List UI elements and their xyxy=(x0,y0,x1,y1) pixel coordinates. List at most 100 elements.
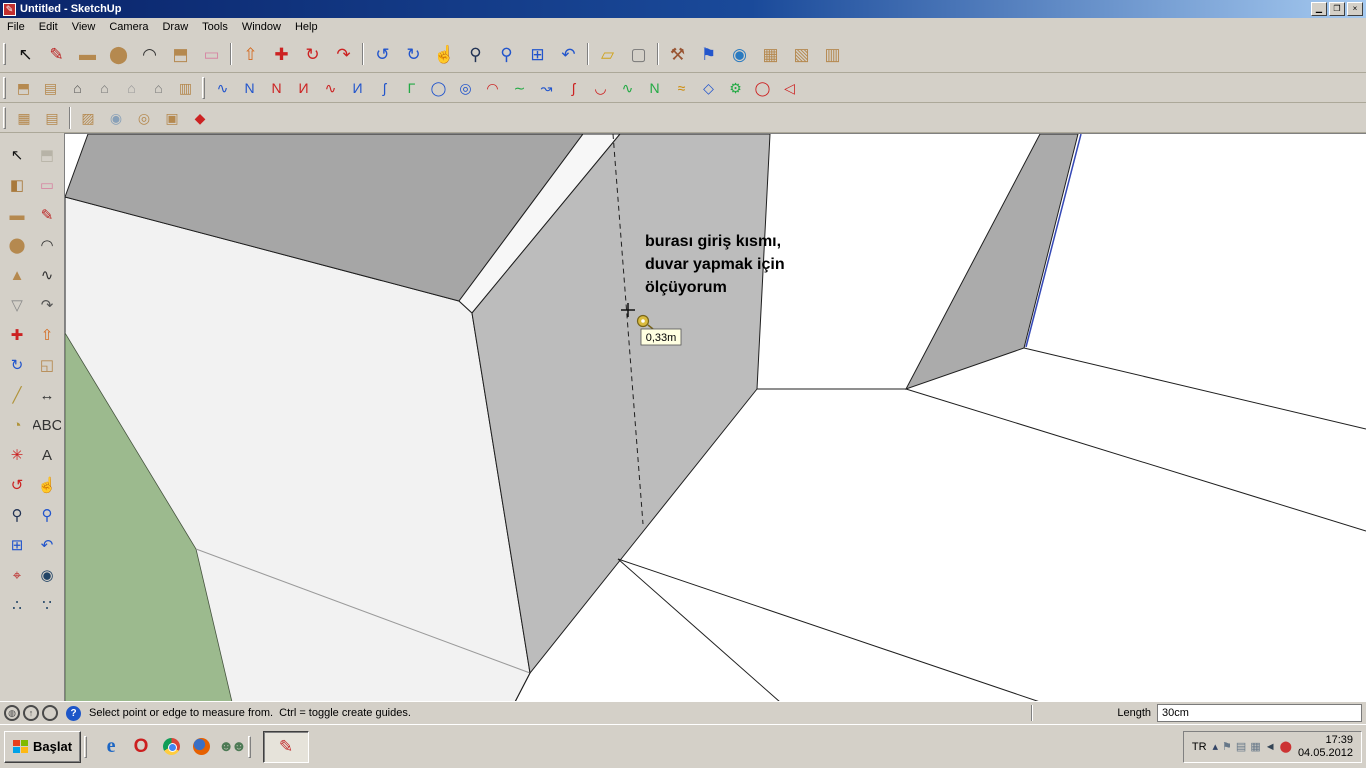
offset-tool[interactable]: ▽ xyxy=(2,291,32,320)
bottom-view-button[interactable]: ▥ xyxy=(173,76,198,100)
add-scene-button[interactable]: ▢ xyxy=(624,39,653,69)
push-pull-tool[interactable]: ⇧ xyxy=(32,321,62,350)
line-tool[interactable]: ✎ xyxy=(32,201,62,230)
top-view-button[interactable]: ▤ xyxy=(38,76,63,100)
right-view-button[interactable]: ⌂ xyxy=(92,76,117,100)
firefox-icon[interactable] xyxy=(187,731,215,763)
quicklaunch-grip[interactable] xyxy=(84,735,88,758)
length-input[interactable]: 30cm xyxy=(1157,704,1362,722)
look-around-tool[interactable]: ◉ xyxy=(32,561,62,590)
sandbox-flip-edge-tool[interactable]: ◆ xyxy=(187,106,213,130)
curve-polyline-tool[interactable]: ∿ xyxy=(210,76,235,100)
toolbar-grip[interactable] xyxy=(202,76,205,99)
tray-display-icon[interactable]: ▦ xyxy=(1250,740,1260,753)
curve-halfarc-tool[interactable]: ◡ xyxy=(588,76,613,100)
curve-fspline-tool[interactable]: ∿ xyxy=(318,76,343,100)
add-location-button[interactable]: ▦ xyxy=(756,39,785,69)
protractor-tool[interactable]: ◔ xyxy=(2,411,32,440)
curve-polygon-tool[interactable]: ◇ xyxy=(696,76,721,100)
arc-tool[interactable]: ◠ xyxy=(135,39,164,69)
rectangle-tool[interactable]: ▬ xyxy=(2,201,32,230)
zoom-window-tool[interactable]: ⚲ xyxy=(492,39,521,69)
rectangle-tool[interactable]: ▬ xyxy=(73,39,102,69)
walk-tool[interactable]: ∴ xyxy=(2,591,32,620)
curve-sinus-tool[interactable]: ∼ xyxy=(507,76,532,100)
make-component-tool[interactable]: ⬒ xyxy=(32,141,62,170)
get-models-button[interactable]: ⚒ xyxy=(663,39,692,69)
dimension-tool[interactable]: ↔ xyxy=(32,381,62,410)
toolbar-grip[interactable] xyxy=(3,43,6,65)
curve-bspline-tool[interactable]: И xyxy=(345,76,370,100)
arc-tool[interactable]: ◠ xyxy=(32,231,62,260)
curve-divide-tool[interactable]: N xyxy=(642,76,667,100)
shared-users-icon[interactable]: ☻☻ xyxy=(217,731,247,763)
back-view-button[interactable]: ⌂ xyxy=(119,76,144,100)
menu-item[interactable]: Tools xyxy=(195,19,235,35)
drawing-viewport[interactable]: burası giriş kısmı, duvar yapmak için öl… xyxy=(65,133,1366,702)
curve-bezier-tool[interactable]: N xyxy=(237,76,262,100)
curve-freehand-tool[interactable]: ≈ xyxy=(669,76,694,100)
orbit-tool[interactable]: ↻ xyxy=(399,39,428,69)
tray-expand-icon[interactable]: ▴ xyxy=(1213,740,1219,753)
clock[interactable]: 17:39 04.05.2012 xyxy=(1298,734,1353,760)
text-tool[interactable]: ABC xyxy=(32,411,62,440)
axes-tool[interactable]: ✳ xyxy=(2,441,32,470)
scale-tool[interactable]: ◱ xyxy=(32,351,62,380)
zoom-window-tool[interactable]: ⚲ xyxy=(32,501,62,530)
3d-text-tool[interactable]: A xyxy=(32,441,62,470)
sandbox-from-scratch-tool[interactable]: ▤ xyxy=(39,106,65,130)
zoom-tool[interactable]: ⚲ xyxy=(461,39,490,69)
curve-catmull-tool[interactable]: ʃ xyxy=(372,76,397,100)
move-tool[interactable]: ✚ xyxy=(2,321,32,350)
pan-tool[interactable]: ☝ xyxy=(430,39,459,69)
follow-me-tool[interactable]: ↷ xyxy=(32,291,62,320)
move-tool[interactable]: ✚ xyxy=(267,39,296,69)
taskbar-sketchup-button[interactable]: ✎ xyxy=(263,730,310,763)
toggle-terrain-button[interactable]: ▧ xyxy=(787,39,816,69)
iso-view-button[interactable]: ⬒ xyxy=(11,76,36,100)
sandbox-drape-tool[interactable]: ◎ xyxy=(131,106,157,130)
curve-spiral-tool[interactable]: ◎ xyxy=(453,76,478,100)
position-camera-tool[interactable]: ⌖ xyxy=(2,561,32,590)
select-tool[interactable]: ↖ xyxy=(11,39,40,69)
zoom-extents-tool[interactable]: ⊞ xyxy=(523,39,552,69)
make-component-tool[interactable]: ⬒ xyxy=(166,39,195,69)
circle-tool[interactable]: ⬤ xyxy=(2,231,32,260)
menu-item[interactable]: Camera xyxy=(102,19,155,35)
tape-measure-tool[interactable]: ╱ xyxy=(2,381,32,410)
help-icon[interactable]: ? xyxy=(66,705,81,721)
sandbox-stamp-tool[interactable]: ◉ xyxy=(103,106,129,130)
previous-view-tool[interactable]: ↶ xyxy=(554,39,583,69)
statusbar-credits-button[interactable]: ↑ xyxy=(23,705,39,721)
left-view-button[interactable]: ⌂ xyxy=(146,76,171,100)
paint-bucket-tool[interactable]: ◧ xyxy=(2,171,32,200)
curve-cubic-tool[interactable]: N xyxy=(264,76,289,100)
section-plane-tool[interactable]: ▱ xyxy=(593,39,622,69)
eraser-tool[interactable]: ▭ xyxy=(32,171,62,200)
tray-flag-icon[interactable]: ⚑ xyxy=(1222,740,1232,753)
select-tool[interactable]: ↖ xyxy=(2,141,32,170)
rotate-tool[interactable]: ↻ xyxy=(2,351,32,380)
menu-item[interactable]: Draw xyxy=(155,19,195,35)
menu-item[interactable]: Help xyxy=(288,19,325,35)
polygon-tool[interactable]: ▲ xyxy=(2,261,32,290)
photo-textures-button[interactable]: ▥ xyxy=(818,39,847,69)
rotate-tool[interactable]: ↻ xyxy=(298,39,327,69)
previous-view-tool[interactable]: ↶ xyxy=(32,531,62,560)
offset-tool[interactable]: ↺ xyxy=(368,39,397,69)
close-button[interactable]: × xyxy=(1347,2,1363,16)
sandbox-smoove-tool[interactable]: ▨ xyxy=(75,106,101,130)
curve-loop-tool[interactable]: ◯ xyxy=(750,76,775,100)
curve-circle-tool[interactable]: ◯ xyxy=(426,76,451,100)
language-indicator[interactable]: TR xyxy=(1192,741,1207,753)
statusbar-geolocation-button[interactable]: ◍ xyxy=(4,705,20,721)
sandbox-add-detail-tool[interactable]: ▣ xyxy=(159,106,185,130)
zoom-extents-tool[interactable]: ⊞ xyxy=(2,531,32,560)
menu-item[interactable]: Edit xyxy=(32,19,65,35)
internet-explorer-icon[interactable]: e xyxy=(97,731,125,763)
minimize-button[interactable]: ▁ xyxy=(1311,2,1327,16)
freehand-tool[interactable]: ∿ xyxy=(32,261,62,290)
menu-item[interactable]: View xyxy=(65,19,103,35)
curve-jspline-tool[interactable]: ʃ xyxy=(561,76,586,100)
follow-me-tool[interactable]: ↷ xyxy=(329,39,358,69)
